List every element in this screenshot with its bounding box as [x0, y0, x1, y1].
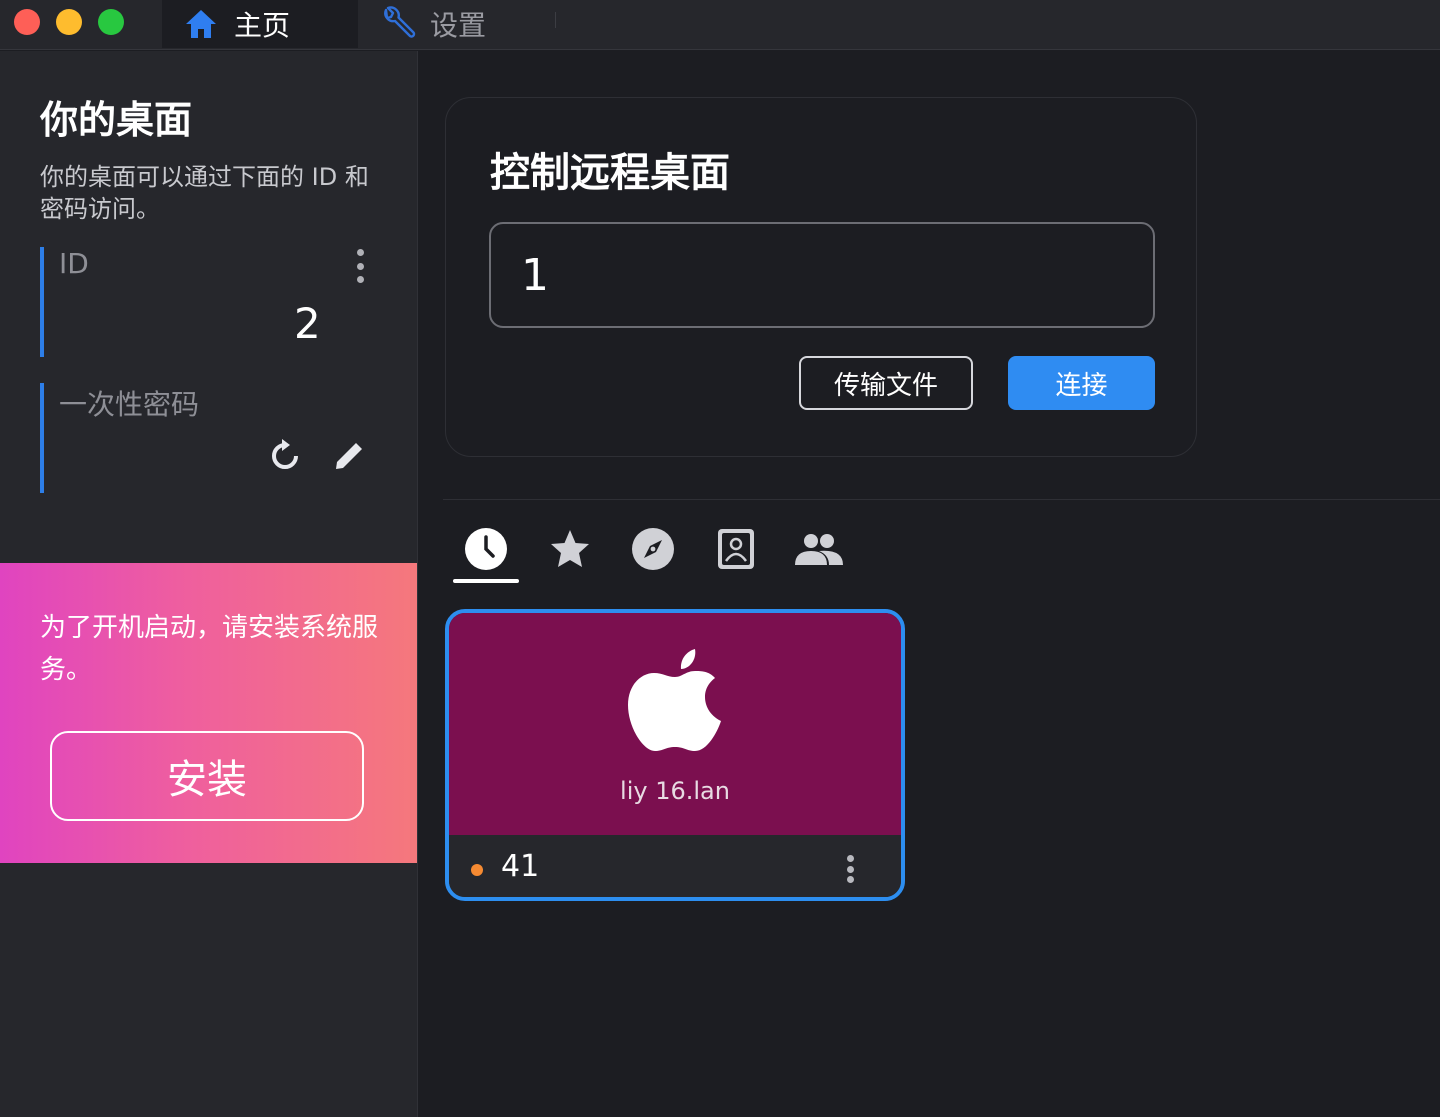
tab-separator [555, 12, 556, 28]
peer-card-footer: 41 [449, 835, 901, 897]
refresh-password-icon[interactable] [264, 435, 306, 477]
tab-group[interactable] [786, 525, 852, 577]
peer-status-dot [471, 864, 483, 876]
id-more-options-icon[interactable] [348, 249, 372, 283]
install-button[interactable]: 安装 [50, 731, 364, 821]
tab-settings[interactable]: 设置 [378, 0, 486, 48]
close-window-button[interactable] [14, 9, 40, 35]
wrench-icon [380, 6, 416, 42]
tab-favorites[interactable] [537, 525, 603, 577]
maximize-window-button[interactable] [98, 9, 124, 35]
peer-id: 41 [501, 849, 540, 884]
tab-settings-label: 设置 [430, 9, 487, 42]
tab-home-label: 主页 [234, 9, 291, 42]
tab-discovered[interactable] [620, 525, 686, 577]
remote-control-card: 控制远程桌面 传输文件 连接 [445, 97, 1197, 457]
id-field: ID 2 [40, 247, 380, 357]
section-divider [443, 499, 1440, 500]
address-book-icon [714, 527, 758, 575]
tab-recent[interactable] [453, 525, 519, 583]
compass-icon [631, 527, 675, 575]
apple-icon [625, 641, 725, 757]
id-label: ID [59, 247, 89, 280]
minimize-window-button[interactable] [56, 9, 82, 35]
remote-control-title: 控制远程桌面 [490, 150, 730, 196]
peer-hostname: liy 16.lan [620, 777, 730, 805]
your-desktop-description: 你的桌面可以通过下面的 ID 和密码访问。 [40, 163, 369, 223]
install-service-text: 为了开机启动，请安装系统服务。 [40, 613, 379, 685]
transfer-file-button[interactable]: 传输文件 [799, 356, 973, 410]
password-field: 一次性密码 [40, 383, 380, 493]
star-icon [548, 527, 592, 575]
peer-card[interactable]: liy 16.lan 41 [445, 609, 905, 901]
history-clock-icon [464, 527, 508, 575]
title-bar: 主页 设置 [0, 0, 1440, 50]
your-desktop-title: 你的桌面 [40, 98, 193, 142]
edit-password-icon[interactable] [328, 435, 370, 477]
id-value[interactable]: 2 [294, 299, 323, 348]
sidebar: 你的桌面 你的桌面可以通过下面的 ID 和密码访问。 ID 2 一次性密码 为了… [0, 51, 418, 1117]
group-icon [793, 527, 845, 575]
tab-address-book[interactable] [703, 525, 769, 577]
password-label: 一次性密码 [59, 388, 200, 421]
home-icon [184, 6, 220, 42]
remote-id-input[interactable] [489, 222, 1155, 328]
tab-home[interactable]: 主页 [162, 0, 358, 48]
main-panel: 控制远程桌面 传输文件 连接 [419, 51, 1440, 1117]
install-service-banner: 为了开机启动，请安装系统服务。 安装 [0, 563, 417, 863]
connect-button[interactable]: 连接 [1008, 356, 1155, 410]
peer-card-header: liy 16.lan [449, 613, 901, 835]
peer-more-options-icon[interactable] [843, 855, 857, 883]
